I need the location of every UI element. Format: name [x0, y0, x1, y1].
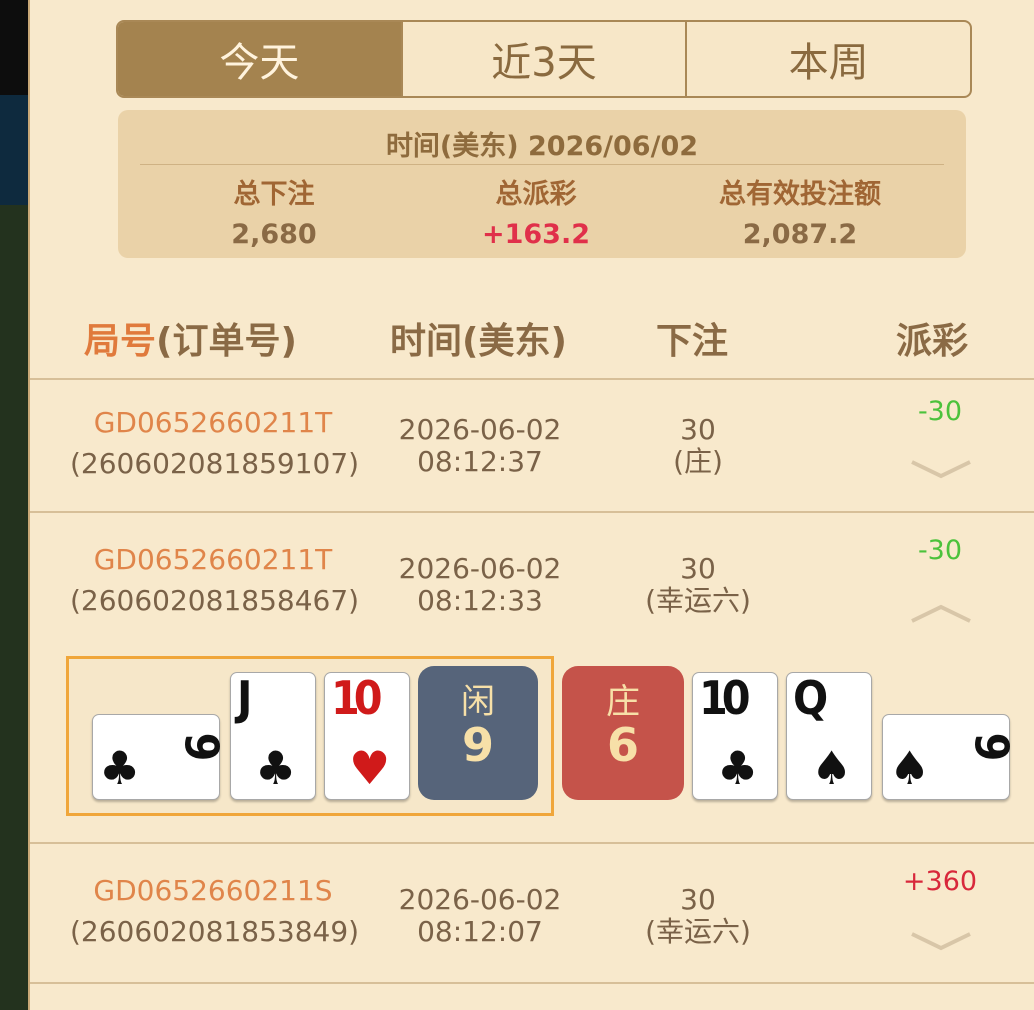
- round-id: GD0652660211S: [93, 874, 333, 907]
- background-edge: [0, 0, 28, 1010]
- card-rank: 10: [331, 671, 383, 725]
- bet-cell: 30 (庄): [630, 414, 766, 478]
- tab-this-week[interactable]: 本周: [685, 22, 970, 96]
- card-rank: 10: [699, 671, 751, 725]
- table-row[interactable]: GD0652660211S (260602081853849) 2026-06-…: [30, 844, 1034, 980]
- heart-suit-icon: ♥: [349, 741, 391, 795]
- order-cell: GD0652660211T (260602081858467): [70, 543, 360, 617]
- time-text: 08:12:37: [417, 445, 543, 478]
- valid-bet-stat: 总有效投注额 2,087.2: [670, 172, 930, 250]
- bet-cell: 30 (幸运六): [630, 884, 766, 948]
- playing-card: 10 ♣: [692, 672, 778, 800]
- column-header-order-accent: 局号: [84, 321, 157, 362]
- card-rank: Q: [793, 671, 828, 725]
- club-suit-icon: ♣: [717, 741, 759, 795]
- tab-today[interactable]: 今天: [118, 22, 401, 96]
- valid-bet-value: 2,087.2: [742, 219, 858, 250]
- bet-amount: 30: [680, 883, 716, 916]
- card-rank: 9: [964, 732, 1019, 756]
- player-label: 闲: [461, 682, 495, 722]
- time-text: 08:12:33: [417, 584, 543, 617]
- total-payout-stat: 总派彩 +163.2: [406, 172, 666, 250]
- playing-card: 9 ♠: [882, 714, 1019, 800]
- playing-card: 9 ♣: [92, 714, 229, 800]
- payout-value: -30: [917, 396, 963, 427]
- date-text: 2026-06-02: [398, 413, 562, 446]
- banker-label: 庄: [606, 682, 640, 722]
- divider: [30, 982, 1034, 984]
- time-cell: 2026-06-02 08:12:37: [390, 414, 570, 478]
- club-suit-icon: ♣: [255, 741, 297, 795]
- player-score-badge: 闲 9: [418, 666, 538, 800]
- round-id: GD0652660211T: [93, 543, 333, 576]
- playing-card: 10 ♥: [324, 672, 410, 800]
- time-cell: 2026-06-02 08:12:07: [390, 884, 570, 948]
- order-number: (260602081853849): [70, 915, 360, 948]
- valid-bet-label: 总有效投注额: [719, 179, 881, 210]
- bet-history-panel: 今天 近3天 本周 时间(美东) 2026/06/02 总下注 2,680 总派…: [28, 0, 1034, 1010]
- total-bet-label: 总下注: [233, 179, 315, 210]
- order-number: (260602081859107): [70, 447, 360, 480]
- date-text: 2026-06-02: [398, 883, 562, 916]
- summary-date: 时间(美东) 2026/06/02: [385, 131, 699, 162]
- column-header-payout: 派彩: [896, 321, 969, 362]
- club-suit-icon: ♣: [99, 741, 141, 795]
- order-number: (260602081858467): [70, 584, 360, 617]
- bet-type: (幸运六): [645, 915, 751, 948]
- chevron-down-icon[interactable]: [910, 456, 972, 486]
- playing-card: J ♣: [230, 672, 316, 800]
- column-header-order: 局号(订单号): [84, 312, 297, 364]
- total-bet-value: 2,680: [231, 219, 317, 250]
- tab-last-3-days[interactable]: 近3天: [400, 22, 686, 96]
- background-strip: [0, 0, 28, 95]
- bet-type: (庄): [673, 445, 723, 478]
- time-cell: 2026-06-02 08:12:33: [390, 553, 570, 617]
- background-strip: [0, 205, 28, 1010]
- bet-cell: 30 (幸运六): [630, 553, 766, 617]
- date-range-tabs: 今天 近3天 本周: [116, 20, 972, 98]
- column-header-order-rest: (订单号): [156, 321, 297, 362]
- order-cell: GD0652660211S (260602081853849): [70, 874, 360, 948]
- player-score: 9: [461, 718, 494, 772]
- date-text: 2026-06-02: [398, 552, 562, 585]
- time-text: 08:12:07: [417, 915, 543, 948]
- table-row[interactable]: GD0652660211T (260602081859107) 2026-06-…: [30, 380, 1034, 510]
- bet-amount: 30: [680, 552, 716, 585]
- column-header-bet: 下注: [656, 321, 729, 362]
- background-strip: [0, 95, 28, 205]
- total-bet-stat: 总下注 2,680: [144, 172, 404, 250]
- banker-score-badge: 庄 6: [562, 666, 684, 800]
- divider: [140, 164, 944, 165]
- total-payout-value: +163.2: [481, 219, 591, 250]
- card-rank: J: [237, 671, 253, 725]
- order-cell: GD0652660211T (260602081859107): [70, 406, 360, 480]
- chevron-down-icon[interactable]: [910, 928, 972, 958]
- banker-score: 6: [606, 718, 639, 772]
- bet-type: (幸运六): [645, 584, 751, 617]
- bet-amount: 30: [680, 413, 716, 446]
- card-rank: 9: [174, 732, 229, 756]
- spade-suit-icon: ♠: [889, 741, 931, 795]
- total-payout-label: 总派彩: [495, 179, 577, 210]
- payout-value: -30: [917, 535, 963, 566]
- playing-card: Q ♠: [786, 672, 872, 800]
- spade-suit-icon: ♠: [811, 741, 853, 795]
- payout-value: +360: [902, 866, 978, 897]
- summary-box: 时间(美东) 2026/06/02 总下注 2,680 总派彩 +163.2 总…: [118, 110, 966, 258]
- round-id: GD0652660211T: [93, 406, 333, 439]
- column-header-time: 时间(美东): [390, 321, 567, 362]
- chevron-up-icon[interactable]: [910, 597, 972, 627]
